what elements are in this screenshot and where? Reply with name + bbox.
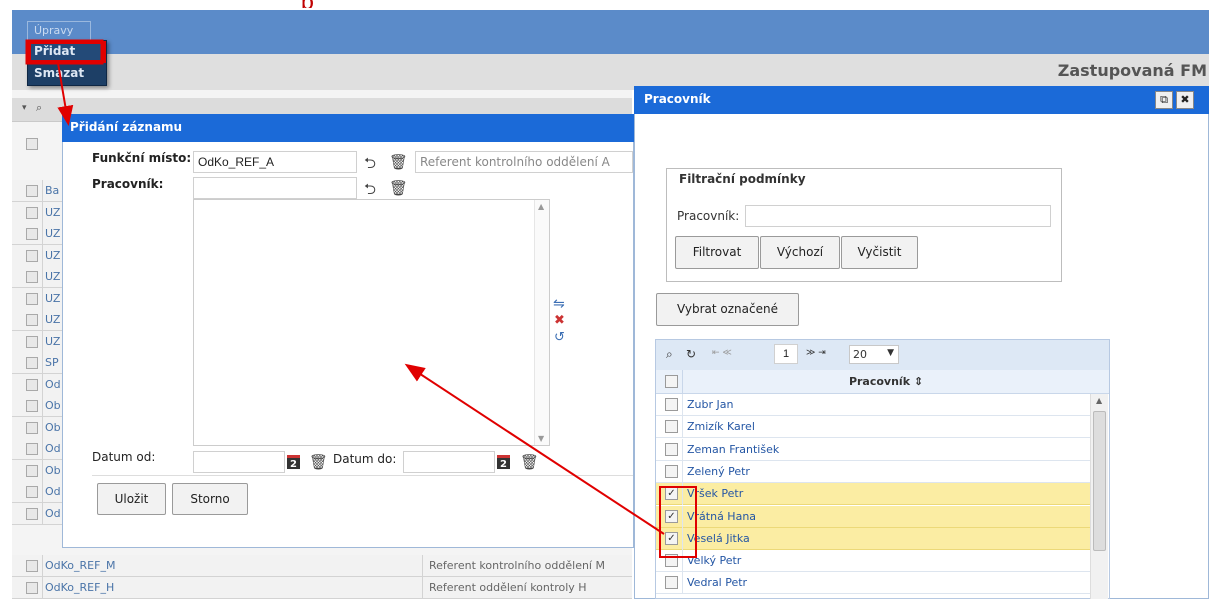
arrow-to-listbox [404,363,665,535]
annotation-arrows [25,39,697,558]
selection-box [659,486,697,558]
arrow-to-dialog [57,62,74,126]
highlight-box [25,39,104,65]
